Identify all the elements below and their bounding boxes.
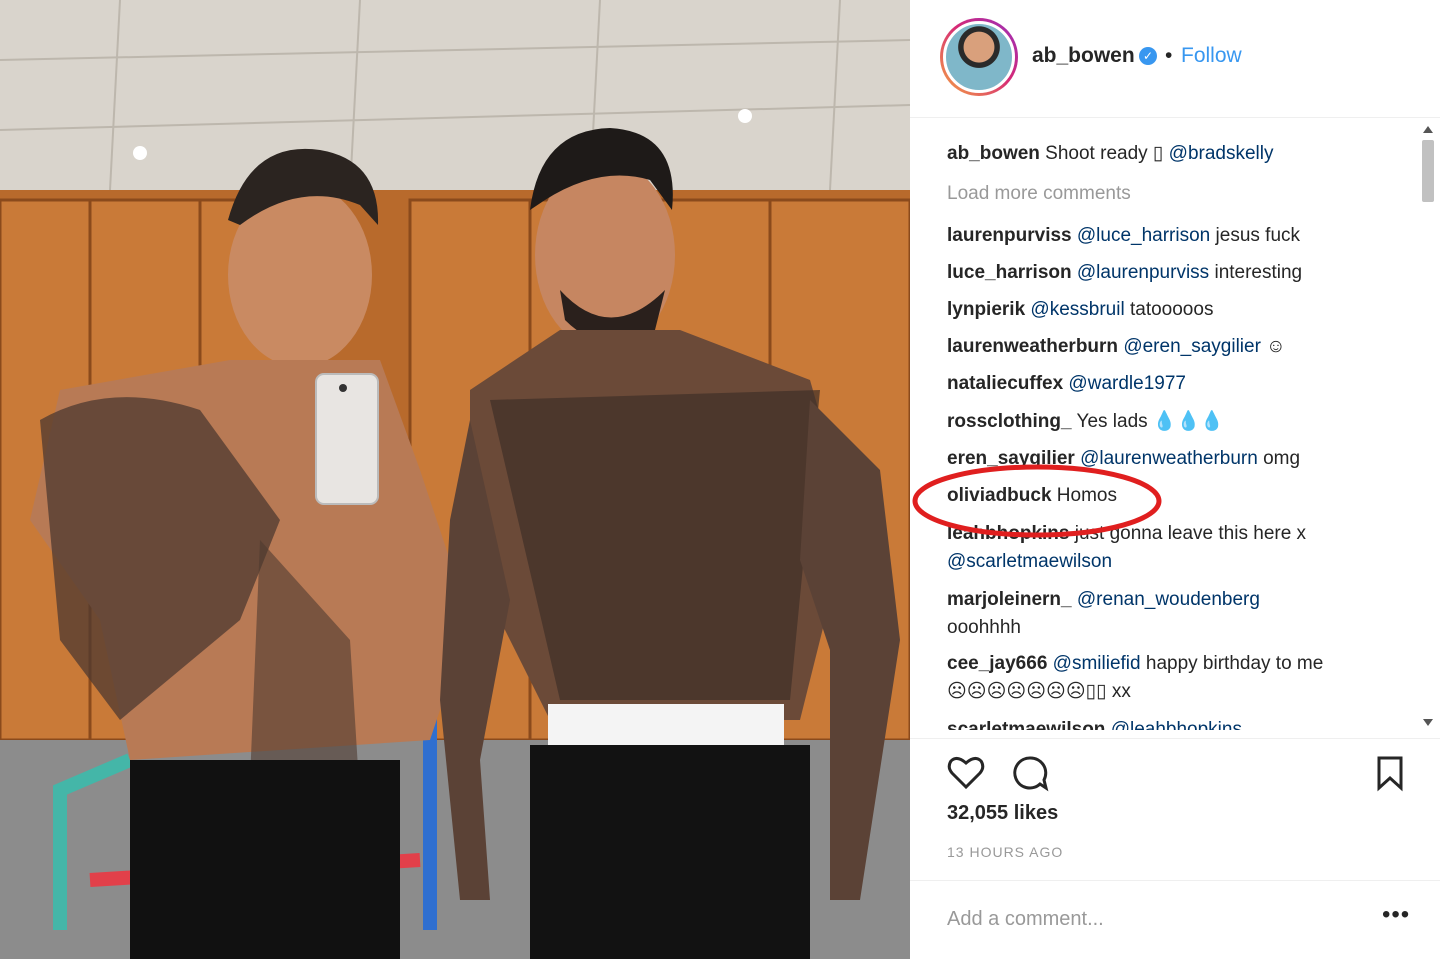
comment-username[interactable]: luce_harrison [947, 262, 1072, 283]
likes-count[interactable]: 32,055 likes [947, 802, 1058, 825]
comment-row: laurenpurviss @luce_harrison jesus fuck [947, 222, 1300, 250]
load-more-comments-link[interactable]: Load more comments [947, 180, 1131, 208]
comment-row: marjoleinern_ @renan_woudenberg [947, 586, 1260, 614]
post-photo [0, 0, 910, 959]
comments-scrollbar[interactable] [1420, 126, 1436, 726]
comment-text: Shoot ready ▯ [1039, 143, 1169, 164]
comment-username[interactable]: scarletmaewilson [947, 719, 1105, 730]
comments-list: ab_bowen Shoot ready ▯ @bradskelly Load … [947, 138, 1417, 730]
more-options-icon[interactable]: ••• [1382, 901, 1410, 929]
comment-text: Yes lads 💧💧💧 [1071, 411, 1224, 432]
verified-icon: ✓ [1139, 47, 1157, 65]
post-timestamp[interactable]: 13 HOURS AGO [947, 844, 1063, 860]
comment-mention[interactable]: @wardle1977 [1063, 373, 1186, 394]
comment-mention[interactable]: @eren_saygilier [1118, 336, 1261, 357]
comment-text: omg [1257, 448, 1301, 469]
highlight-circle [912, 464, 1162, 538]
scroll-thumb[interactable] [1422, 140, 1434, 202]
comment-text: happy birthday to me [1140, 653, 1324, 674]
comment-mention[interactable]: @kessbruil [1025, 299, 1124, 320]
comment-text: jesus fuck [1210, 225, 1301, 246]
comment-username[interactable]: ab_bowen [947, 143, 1040, 164]
scroll-up-arrow-icon[interactable] [1423, 126, 1433, 133]
add-comment-input[interactable] [947, 903, 1347, 935]
comment-text: ooohhhh [947, 617, 1021, 638]
avatar[interactable] [940, 18, 1018, 96]
comment-username[interactable]: lynpierik [947, 299, 1025, 320]
comment-row: laurenweatherburn @eren_saygilier ☺ [947, 333, 1286, 361]
caption: ab_bowen Shoot ready ▯ @bradskelly [947, 140, 1274, 168]
heart-icon[interactable] [946, 753, 986, 793]
comment-mention[interactable]: @bradskelly [1169, 143, 1274, 164]
comment-username[interactable]: marjoleinern_ [947, 589, 1072, 610]
header-separator: • [1165, 44, 1173, 67]
comment-mention[interactable]: @laurenpurviss [1072, 262, 1209, 283]
comment-row: rossclothing_ Yes lads 💧💧💧 [947, 408, 1224, 436]
comment-row: cee_jay666 @smiliefid happy birthday to … [947, 650, 1323, 678]
comment-row: nataliecuffex @wardle1977 [947, 370, 1186, 398]
comment-username[interactable]: laurenweatherburn [947, 336, 1118, 357]
post-header: ab_bowen ✓ • Follow [910, 0, 1440, 118]
comment-text: ☺ [1260, 336, 1286, 357]
comment-icon[interactable] [1010, 753, 1050, 793]
comment-username[interactable]: cee_jay666 [947, 653, 1047, 674]
comment-mention[interactable]: @leahbhopkins [1105, 719, 1242, 730]
post-image [0, 0, 910, 959]
comment-text: tatooooos [1124, 299, 1214, 320]
comment-mention[interactable]: @smiliefid [1047, 653, 1141, 674]
comment-username[interactable]: laurenpurviss [947, 225, 1072, 246]
comment-username[interactable]: nataliecuffex [947, 373, 1063, 394]
comment-mention[interactable]: @renan_woudenberg [1072, 589, 1260, 610]
comment-mention[interactable]: @luce_harrison [1072, 225, 1210, 246]
action-bar [910, 738, 1440, 808]
comment-row: luce_harrison @laurenpurviss interesting [947, 259, 1302, 287]
comment-text: ☹☹☹☹☹☹☹▯▯ xx [947, 681, 1131, 702]
comment-username[interactable]: rossclothing_ [947, 411, 1072, 432]
scroll-down-arrow-icon[interactable] [1423, 719, 1433, 726]
bookmark-icon[interactable] [1370, 753, 1410, 793]
comment-text: interesting [1209, 262, 1303, 283]
comment-row: lynpierik @kessbruil tatooooos [947, 296, 1213, 324]
add-comment-bar: ••• [910, 880, 1440, 959]
header-username[interactable]: ab_bowen [1032, 44, 1135, 68]
comment-row: scarletmaewilson @leahbhopkins [947, 716, 1242, 730]
comment-mention[interactable]: @scarletmaewilson [947, 548, 1112, 576]
avatar-image [943, 21, 1015, 93]
follow-button[interactable]: Follow [1181, 44, 1242, 68]
